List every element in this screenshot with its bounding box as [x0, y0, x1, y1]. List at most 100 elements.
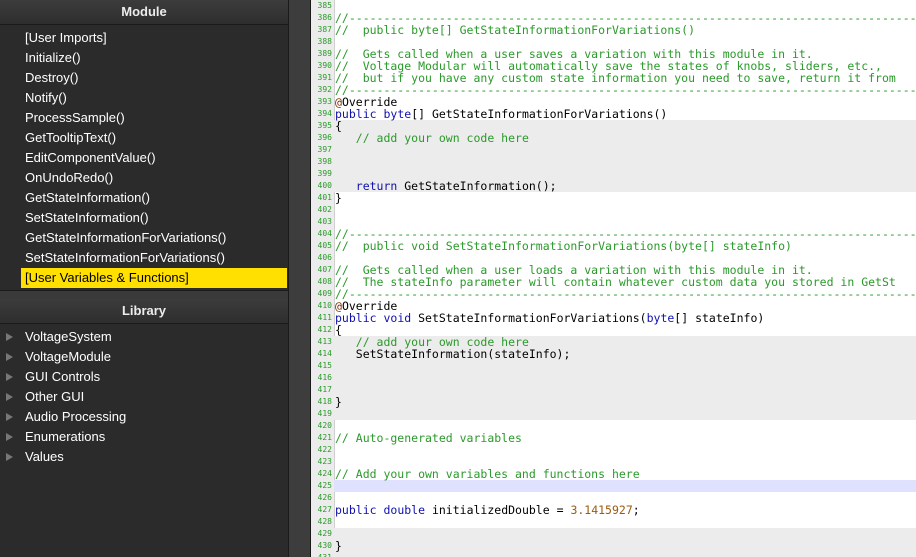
- code-line[interactable]: 428: [311, 516, 916, 528]
- code-line[interactable]: 397: [311, 144, 916, 156]
- library-panel: Library VoltageSystem VoltageModule GUI …: [0, 299, 288, 467]
- code-text[interactable]: // public void SetStateInformationForVar…: [335, 240, 792, 252]
- module-item-set-state-information[interactable]: SetStateInformation(): [0, 208, 288, 228]
- module-item-process-sample[interactable]: ProcessSample(): [0, 108, 288, 128]
- module-item-edit-component-value[interactable]: EditComponentValue(): [0, 148, 288, 168]
- expand-triangle-icon[interactable]: [6, 333, 13, 341]
- line-number: 390: [317, 61, 332, 70]
- vertical-divider[interactable]: [288, 0, 311, 557]
- code-line[interactable]: 416: [311, 372, 916, 384]
- library-item-enumerations[interactable]: Enumerations: [0, 427, 288, 447]
- code-line[interactable]: 394 public byte[] GetStateInformationForV…: [311, 108, 916, 120]
- line-number: 415: [317, 361, 332, 370]
- code-text[interactable]: public void SetStateInformationForVariat…: [335, 312, 764, 324]
- code-line[interactable]: 402: [311, 204, 916, 216]
- module-item-initialize[interactable]: Initialize(): [0, 48, 288, 68]
- library-item-label: GUI Controls: [25, 369, 101, 384]
- expand-triangle-icon[interactable]: [6, 393, 13, 401]
- code-text[interactable]: return GetStateInformation();: [335, 180, 557, 192]
- line-number: 416: [317, 373, 332, 382]
- code-text[interactable]: }: [335, 192, 342, 204]
- module-item-set-state-info-variations[interactable]: SetStateInformationForVariations(): [0, 248, 288, 268]
- library-panel-title: Library: [0, 299, 288, 324]
- code-line[interactable]: 425: [311, 480, 916, 492]
- code-line[interactable]: 430}: [311, 540, 916, 552]
- line-number: 391: [317, 73, 332, 82]
- code-text[interactable]: }: [335, 540, 342, 552]
- code-text[interactable]: // Add your own variables and functions …: [335, 468, 640, 480]
- code-line[interactable]: 427 public double initializedDouble = 3.1…: [311, 504, 916, 516]
- library-item-voltage-module[interactable]: VoltageModule: [0, 347, 288, 367]
- library-item-voltage-system[interactable]: VoltageSystem: [0, 327, 288, 347]
- line-number: 424: [317, 469, 332, 478]
- line-number: 429: [317, 529, 332, 538]
- line-number: 406: [317, 253, 332, 262]
- library-item-other-gui[interactable]: Other GUI: [0, 387, 288, 407]
- module-item-on-undo-redo[interactable]: OnUndoRedo(): [0, 168, 288, 188]
- code-line[interactable]: 417: [311, 384, 916, 396]
- expand-triangle-icon[interactable]: [6, 453, 13, 461]
- line-number: 425: [317, 481, 332, 490]
- code-line[interactable]: 387// public byte[] GetStateInformationF…: [311, 24, 916, 36]
- code-line[interactable]: 418}: [311, 396, 916, 408]
- library-item-audio-processing[interactable]: Audio Processing: [0, 407, 288, 427]
- module-item-get-tooltip-text[interactable]: GetTooltipText(): [0, 128, 288, 148]
- line-number: 405: [317, 241, 332, 250]
- line-number: 417: [317, 385, 332, 394]
- module-item-user-variables-functions[interactable]: [User Variables & Functions]: [21, 268, 287, 288]
- code-line[interactable]: 421// Auto-generated variables: [311, 432, 916, 444]
- expand-triangle-icon[interactable]: [6, 433, 13, 441]
- code-text[interactable]: // Auto-generated variables: [335, 432, 522, 444]
- code-line[interactable]: 429: [311, 528, 916, 540]
- line-number: 421: [317, 433, 332, 442]
- line-number: 387: [317, 25, 332, 34]
- code-text[interactable]: // public byte[] GetStateInformationForV…: [335, 24, 695, 36]
- library-item-label: Values: [25, 449, 64, 464]
- line-number: 400: [317, 181, 332, 190]
- code-text[interactable]: // add your own code here: [335, 132, 529, 144]
- code-text[interactable]: public double initializedDouble = 3.1415…: [335, 504, 640, 516]
- code-line[interactable]: 424// Add your own variables and functio…: [311, 468, 916, 480]
- module-item-user-imports[interactable]: [User Imports]: [0, 28, 288, 48]
- module-item-notify[interactable]: Notify(): [0, 88, 288, 108]
- library-item-label: VoltageModule: [25, 349, 112, 364]
- code-text[interactable]: public byte[] GetStateInformationForVari…: [335, 108, 667, 120]
- library-item-label: Audio Processing: [25, 409, 127, 424]
- line-number: 403: [317, 217, 332, 226]
- expand-triangle-icon[interactable]: [6, 353, 13, 361]
- code-text[interactable]: //--------------------------------------…: [335, 84, 916, 96]
- library-item-label: VoltageSystem: [25, 329, 112, 344]
- module-item-get-state-information[interactable]: GetStateInformation(): [0, 188, 288, 208]
- code-text[interactable]: }: [335, 396, 342, 408]
- code-line[interactable]: 422: [311, 444, 916, 456]
- code-text[interactable]: //--------------------------------------…: [335, 288, 916, 300]
- line-number: 395: [317, 121, 332, 130]
- line-number: 397: [317, 145, 332, 154]
- line-number: 423: [317, 457, 332, 466]
- line-number: 414: [317, 349, 332, 358]
- code-line[interactable]: 392//-----------------------------------…: [311, 84, 916, 96]
- expand-triangle-icon[interactable]: [6, 373, 13, 381]
- library-item-values[interactable]: Values: [0, 447, 288, 467]
- module-item-get-state-info-variations[interactable]: GetStateInformationForVariations(): [0, 228, 288, 248]
- code-editor[interactable]: 385 386 //--------------------------------…: [311, 0, 916, 557]
- code-line[interactable]: 400 return GetStateInformation();: [311, 180, 916, 192]
- code-text[interactable]: SetStateInformation(stateInfo);: [335, 348, 571, 360]
- line-number: 399: [317, 169, 332, 178]
- code-line[interactable]: 398: [311, 156, 916, 168]
- code-line[interactable]: 415: [311, 360, 916, 372]
- code-line[interactable]: 409//-----------------------------------…: [311, 288, 916, 300]
- library-item-gui-controls[interactable]: GUI Controls: [0, 367, 288, 387]
- expand-triangle-icon[interactable]: [6, 413, 13, 421]
- code-line[interactable]: 431: [311, 552, 916, 557]
- code-line[interactable]: 419: [311, 408, 916, 420]
- code-line[interactable]: 396 // add your own code here: [311, 132, 916, 144]
- code-line[interactable]: 411 public void SetStateInformationForVar…: [311, 312, 916, 324]
- line-number: 393: [317, 97, 332, 106]
- code-line[interactable]: 401}: [311, 192, 916, 204]
- module-item-destroy[interactable]: Destroy(): [0, 68, 288, 88]
- line-number: 409: [317, 289, 332, 298]
- code-line[interactable]: 405// public void SetStateInformationFor…: [311, 240, 916, 252]
- line-number: 401: [317, 193, 332, 202]
- code-line[interactable]: 414 SetStateInformation(stateInfo);: [311, 348, 916, 360]
